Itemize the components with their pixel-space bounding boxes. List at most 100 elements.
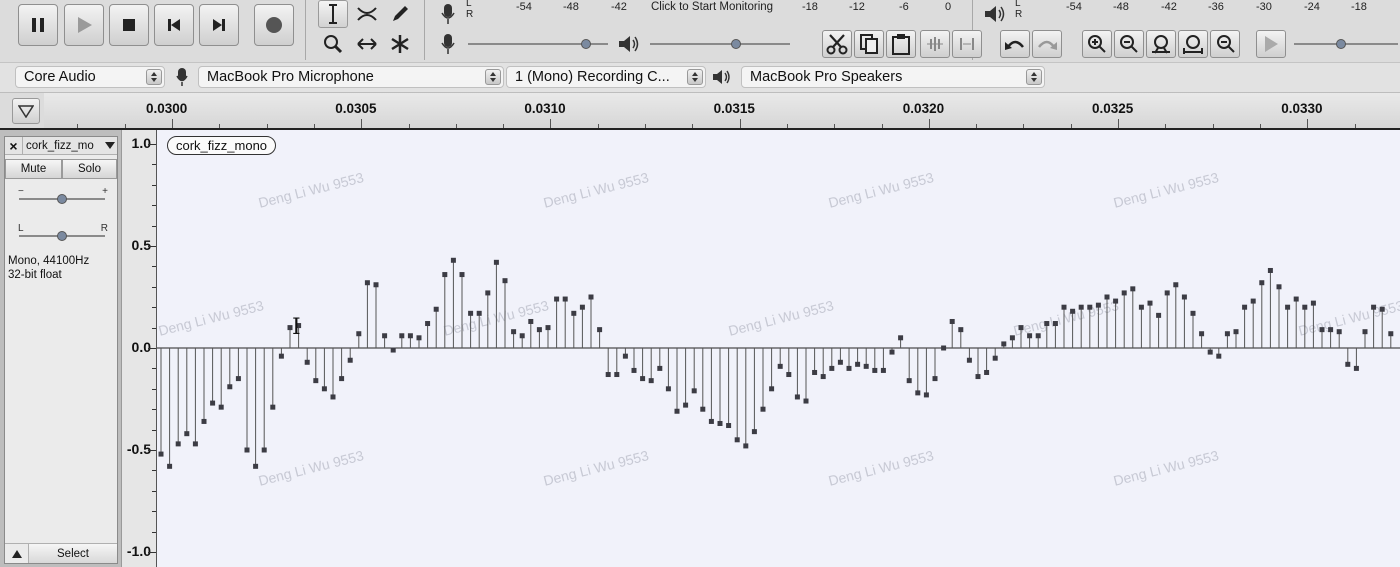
fit-selection-button[interactable]	[1146, 30, 1176, 58]
draw-tool[interactable]	[385, 0, 415, 28]
undo-button[interactable]	[1000, 30, 1030, 58]
sample-point	[726, 423, 732, 429]
play-meter-tick: -54	[1066, 1, 1082, 13]
track-control-panel: × cork_fizz_mo Mute Solo − + L R Mono, 4…	[4, 136, 118, 564]
play-meter[interactable]: -54 -48 -42 -36 -30 -24 -18	[1028, 1, 1400, 17]
play-meter-button[interactable]	[980, 0, 1010, 28]
sample-point	[846, 365, 852, 371]
record-button[interactable]	[254, 4, 294, 46]
select-track-button[interactable]: Select	[29, 544, 117, 563]
close-track-button[interactable]: ×	[5, 136, 23, 155]
audio-host-select[interactable]: Core Audio	[15, 66, 165, 88]
multi-tool[interactable]	[385, 30, 415, 58]
pause-button[interactable]	[18, 4, 58, 46]
gain-slider[interactable]: − +	[18, 186, 108, 206]
time-shift-tool[interactable]	[352, 30, 382, 58]
redo-button[interactable]	[1032, 30, 1062, 58]
sample-point	[1018, 325, 1024, 331]
playback-device-select[interactable]: MacBook Pro Speakers	[741, 66, 1045, 88]
sample-point	[347, 357, 353, 363]
track-format-channels: Mono, 44100Hz	[8, 255, 90, 267]
sample-point	[614, 372, 620, 378]
skip-to-start-icon	[168, 19, 180, 31]
stop-button[interactable]	[109, 4, 149, 46]
sample-point	[717, 420, 723, 426]
recording-device-select[interactable]: MacBook Pro Microphone	[198, 66, 504, 88]
sample-point	[889, 349, 895, 355]
sample-point	[1087, 304, 1093, 310]
timeline-label: 0.0315	[713, 101, 755, 116]
collapse-track-button[interactable]	[5, 544, 29, 563]
trim-button[interactable]	[920, 30, 950, 58]
skip-to-start-button[interactable]	[154, 4, 194, 46]
microphone-icon	[441, 4, 455, 24]
double-arrow-icon	[357, 38, 377, 50]
track-format-bitdepth: 32-bit float	[8, 269, 62, 281]
sample-point	[201, 418, 207, 424]
amplitude-tick	[152, 226, 156, 227]
sample-point	[485, 290, 491, 296]
copy-button[interactable]	[854, 30, 884, 58]
sample-point	[450, 257, 456, 263]
recording-channels-value: 1 (Mono) Recording C...	[515, 69, 670, 85]
sample-point	[1345, 361, 1351, 367]
speaker-icon	[712, 67, 732, 87]
track-name-menu[interactable]: cork_fizz_mo	[23, 140, 103, 152]
record-meter-tick: -12	[849, 1, 865, 13]
timeline-ruler[interactable]: 0.0300 0.0305 0.0310 0.0315 0.0320 0.0325 0.03…	[44, 93, 1400, 129]
zoom-out-button[interactable]	[1114, 30, 1144, 58]
sample-point	[1199, 331, 1205, 337]
recording-volume-button[interactable]	[433, 30, 463, 58]
zoom-tool[interactable]	[318, 30, 348, 58]
sample-point	[640, 376, 646, 382]
play-button[interactable]	[64, 4, 104, 46]
sample-point	[356, 331, 362, 337]
record-meter[interactable]: -54 -48 -42 Click to Start Monitoring -1…	[478, 1, 978, 17]
sample-point	[192, 441, 198, 447]
amplitude-tick	[152, 328, 156, 329]
sample-point	[278, 353, 284, 359]
paste-button[interactable]	[886, 30, 916, 58]
asterisk-icon	[391, 35, 409, 53]
cut-button[interactable]	[822, 30, 852, 58]
sample-point	[1310, 300, 1316, 306]
amplitude-tick	[152, 470, 156, 471]
play-speed-slider[interactable]	[1294, 37, 1398, 51]
record-meter-button[interactable]	[433, 0, 463, 28]
play-at-speed-button[interactable]	[1256, 30, 1286, 58]
start-monitoring-label[interactable]: Click to Start Monitoring	[651, 1, 773, 13]
sample-point	[502, 278, 508, 284]
track-menu-dropdown[interactable]	[103, 137, 117, 155]
playback-volume-button[interactable]	[614, 30, 644, 58]
recording-channels-select[interactable]: 1 (Mono) Recording C...	[506, 66, 706, 88]
silence-button[interactable]	[952, 30, 982, 58]
zoom-in-button[interactable]	[1082, 30, 1112, 58]
solo-button[interactable]: Solo	[62, 159, 117, 179]
play-meter-tick: -24	[1304, 1, 1320, 13]
recording-volume-slider[interactable]	[468, 37, 608, 51]
record-icon	[266, 17, 282, 33]
waveform-area[interactable]: Deng Li Wu 9553 Deng Li Wu 9553 Deng Li Wu…	[157, 130, 1400, 567]
sample-point	[760, 406, 766, 412]
envelope-tool[interactable]	[352, 0, 382, 28]
amplitude-ruler[interactable]: 1.0 0.5 0.0 -0.5 -1.0	[121, 130, 157, 567]
sample-point	[1216, 353, 1222, 359]
selection-tool[interactable]	[318, 0, 348, 28]
mute-button[interactable]: Mute	[5, 159, 62, 179]
sample-point	[1362, 329, 1368, 335]
fit-project-button[interactable]	[1178, 30, 1208, 58]
sample-point	[743, 443, 749, 449]
sample-point	[700, 406, 706, 412]
sample-point	[493, 259, 499, 265]
sample-point	[218, 404, 224, 410]
pan-slider[interactable]: L R	[18, 223, 108, 243]
zoom-toggle-button[interactable]	[1210, 30, 1240, 58]
timeline-options-button[interactable]	[12, 98, 40, 124]
copy-icon	[860, 34, 878, 54]
sample-point	[468, 310, 474, 316]
record-meter-tick: -42	[611, 1, 627, 13]
playback-volume-slider[interactable]	[650, 37, 790, 51]
sample-point	[261, 447, 267, 453]
skip-to-end-button[interactable]	[199, 4, 239, 46]
amplitude-tick	[152, 205, 156, 206]
